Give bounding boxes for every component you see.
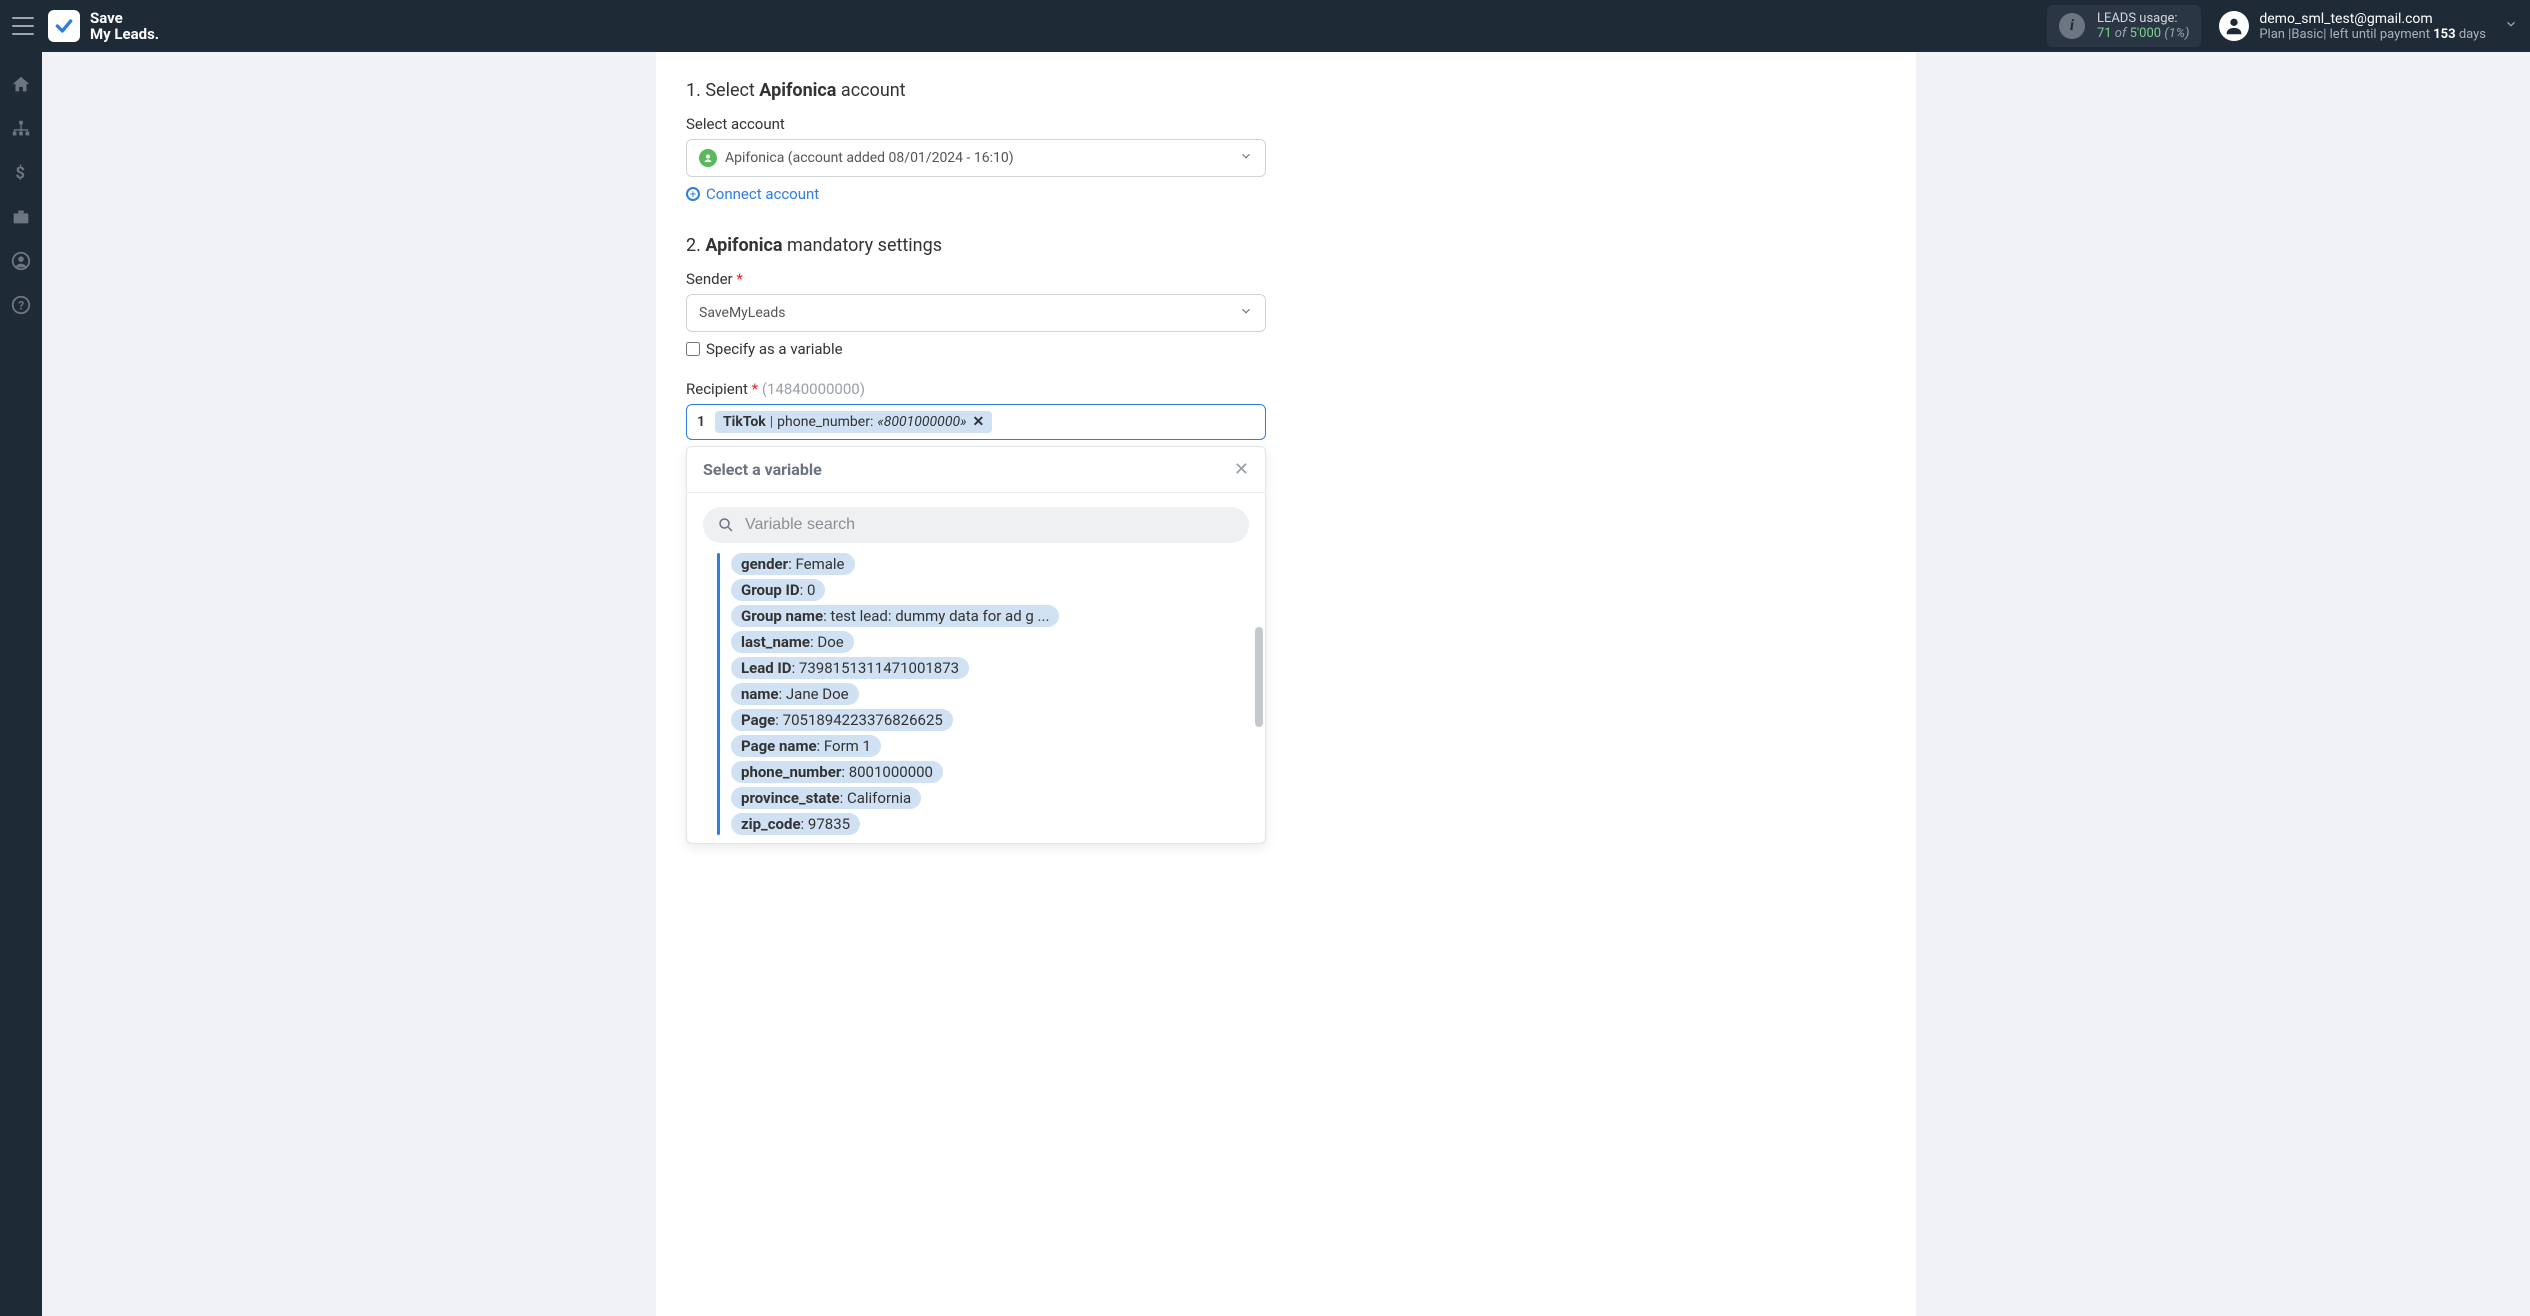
variable-option[interactable]: last_nameDoe — [731, 631, 854, 653]
account-select[interactable]: Apifonica (account added 08/01/2024 - 16… — [686, 139, 1266, 177]
info-icon: i — [2059, 13, 2085, 39]
menu-toggle-icon[interactable] — [12, 17, 34, 35]
variable-option[interactable]: phone_number8001000000 — [731, 761, 943, 783]
nav-structure-icon[interactable] — [10, 118, 32, 144]
variable-list: genderFemale Group ID0 Group nametest lead… — [715, 553, 1249, 835]
nav-help-icon[interactable]: ? — [10, 294, 32, 320]
user-menu[interactable]: demo_sml_test@gmail.com Plan |Basic| lef… — [2219, 11, 2486, 42]
variable-dropdown: Select a variable ✕ genderFemale Group ID… — [686, 446, 1266, 844]
search-icon — [717, 516, 735, 534]
variable-search-input[interactable] — [745, 516, 1235, 534]
nav-user-icon[interactable] — [10, 250, 32, 276]
chevron-down-icon — [1239, 304, 1253, 322]
checkmark-icon — [54, 16, 74, 36]
close-icon[interactable]: ✕ — [1234, 459, 1249, 480]
variable-option[interactable]: Page nameForm 1 — [731, 735, 881, 757]
specify-as-variable-checkbox[interactable]: Specify as a variable — [686, 340, 1266, 358]
brand-name: Save My Leads. — [90, 10, 159, 43]
variable-option[interactable]: zip_code97835 — [731, 813, 860, 835]
plus-circle-icon: + — [686, 187, 700, 201]
recipient-chip[interactable]: TikTok | phone_number: «8001000000» ✕ — [715, 411, 992, 433]
recipient-input[interactable]: 1 TikTok | phone_number: «8001000000» ✕ — [686, 404, 1266, 440]
variable-search[interactable] — [703, 507, 1249, 543]
main-panel: 1. Select Apifonica account Select accou… — [656, 52, 1916, 1316]
variable-option[interactable]: genderFemale — [731, 553, 855, 575]
step1-heading: 1. Select Apifonica account — [686, 80, 1266, 101]
variable-option[interactable]: Group nametest lead: dummy data for ad g… — [731, 605, 1059, 627]
variable-option[interactable]: Lead ID7398151311471001873 — [731, 657, 969, 679]
sender-label: Sender * — [686, 270, 1266, 288]
app-header: Save My Leads. i LEADS usage: 71 of 5'00… — [0, 0, 2530, 52]
sender-select[interactable]: SaveMyLeads — [686, 294, 1266, 332]
variable-option[interactable]: Group ID0 — [731, 579, 825, 601]
checkbox-input[interactable] — [686, 342, 700, 356]
connect-account-link[interactable]: + Connect account — [686, 185, 1266, 203]
step2-heading: 2. Apifonica mandatory settings — [686, 235, 1266, 256]
dropdown-title: Select a variable — [703, 460, 822, 479]
usage-indicator[interactable]: i LEADS usage: 71 of 5'000 (1%) — [2047, 5, 2201, 47]
recipient-label: Recipient * (14840000000) — [686, 380, 1266, 398]
scrollbar[interactable] — [1255, 627, 1263, 727]
side-nav: $ ? — [0, 52, 42, 1316]
variable-option[interactable]: province_stateCalifornia — [731, 787, 921, 809]
account-selected-value: Apifonica (account added 08/01/2024 - 16… — [725, 150, 1014, 166]
usage-text: LEADS usage: 71 of 5'000 (1%) — [2097, 11, 2189, 41]
chip-count: 1 — [693, 414, 709, 430]
nav-billing-icon[interactable]: $ — [10, 162, 32, 188]
nav-home-icon[interactable] — [10, 74, 32, 100]
account-status-icon — [699, 149, 717, 167]
avatar-icon — [2219, 11, 2249, 41]
svg-text:$: $ — [16, 165, 25, 184]
account-label: Select account — [686, 115, 1266, 133]
variable-option[interactable]: Page7051894223376826625 — [731, 709, 953, 731]
user-info: demo_sml_test@gmail.com Plan |Basic| lef… — [2259, 11, 2486, 42]
sender-value: SaveMyLeads — [699, 305, 786, 321]
chevron-down-icon — [1239, 149, 1253, 167]
chip-remove-icon[interactable]: ✕ — [973, 414, 985, 430]
nav-briefcase-icon[interactable] — [10, 206, 32, 232]
svg-text:?: ? — [18, 299, 24, 313]
chevron-down-icon[interactable] — [2504, 17, 2518, 35]
app-logo[interactable] — [48, 10, 80, 42]
variable-option[interactable]: nameJane Doe — [731, 683, 859, 705]
